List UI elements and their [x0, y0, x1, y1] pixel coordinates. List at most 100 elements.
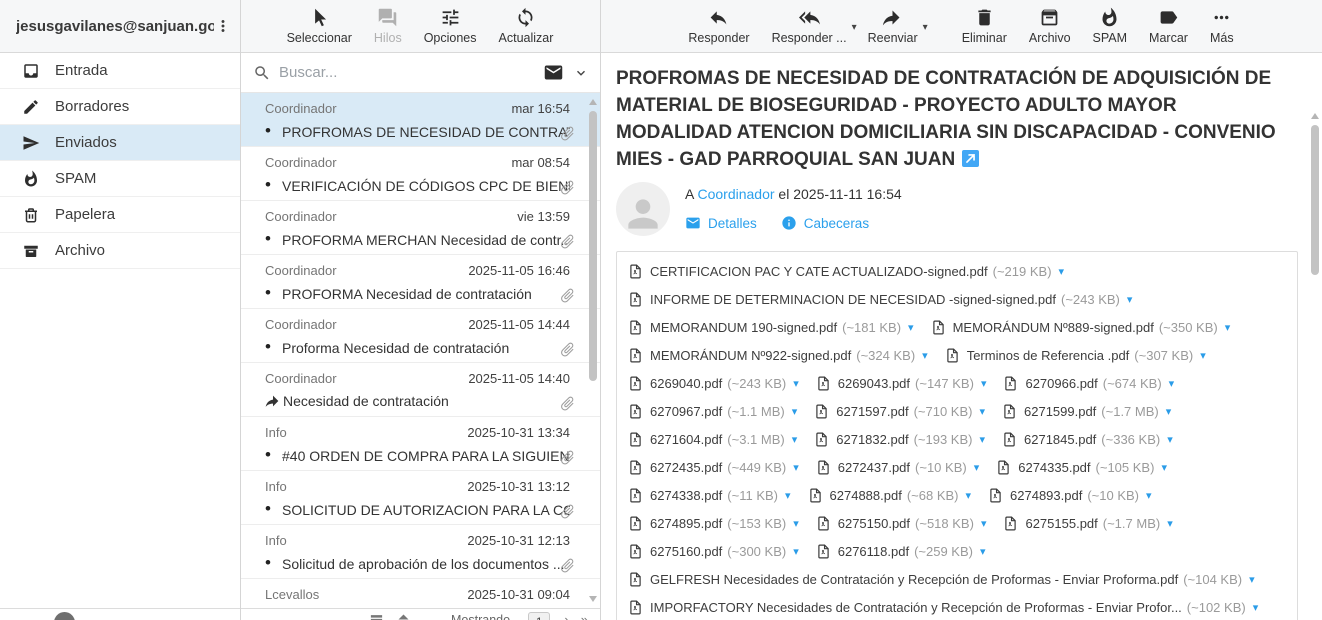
attachment-chip[interactable]: 6274888.pdf (~68 KB) [807, 481, 972, 509]
attachment-chip[interactable]: 6271597.pdf (~710 KB) [813, 397, 985, 425]
attachment-chip[interactable]: 6274335.pdf (~105 KB) [995, 453, 1167, 481]
attachment-chip[interactable]: MEMORÁNDUM Nº889-signed.pdf (~350 KB) [930, 313, 1231, 341]
envelope-icon[interactable] [543, 62, 564, 83]
attachment-menu-caret[interactable] [1225, 321, 1231, 334]
attachment-menu-caret[interactable] [793, 461, 799, 474]
attachment-chip[interactable]: Terminos de Referencia .pdf (~307 KB) [944, 341, 1206, 369]
attachment-chip[interactable]: 6271604.pdf (~3.1 MB) [627, 425, 797, 453]
message-list-item[interactable]: Info 2025-10-31 13:34 #40 ORDEN DE COMPR… [241, 417, 600, 471]
attachment-menu-caret[interactable] [1161, 461, 1167, 474]
forward-button[interactable]: Reenviar [868, 0, 918, 45]
attachment-chip[interactable]: 6271599.pdf (~1.7 MB) [1001, 397, 1171, 425]
attachment-chip[interactable]: IMPORFACTORY Necesidades de Contratación… [627, 593, 1258, 620]
attachment-menu-caret[interactable] [1167, 517, 1173, 530]
attachment-chip[interactable]: 6272437.pdf (~10 KB) [815, 453, 980, 481]
sidebar-item-enviados[interactable]: Enviados [0, 125, 240, 161]
attachment-menu-caret[interactable] [1167, 433, 1173, 446]
attachment-chip[interactable]: CERTIFICACION PAC Y CATE ACTUALIZADO-sig… [627, 257, 1064, 285]
last-page-icon[interactable]: » [581, 612, 588, 620]
attachment-menu-caret[interactable] [1166, 405, 1172, 418]
message-list-item[interactable]: Coordinador mar 08:54 VERIFICACIÓN DE CÓ… [241, 147, 600, 201]
open-in-new-icon[interactable] [962, 150, 979, 167]
scrollbar-thumb[interactable] [1311, 125, 1319, 275]
attachment-menu-caret[interactable] [979, 433, 985, 446]
attachment-chip[interactable]: MEMORÁNDUM Nº922-signed.pdf (~324 KB) [627, 341, 928, 369]
attachment-menu-caret[interactable] [922, 349, 928, 362]
spam-button[interactable]: SPAM [1093, 0, 1128, 45]
attachment-chip[interactable]: 6269040.pdf (~243 KB) [627, 369, 799, 397]
contacts-avatar[interactable] [54, 612, 75, 620]
attachment-menu-caret[interactable] [1253, 601, 1259, 614]
attachment-menu-caret[interactable] [981, 517, 987, 530]
attachment-chip[interactable]: 6274893.pdf (~10 KB) [987, 481, 1152, 509]
reply-button[interactable]: Responder [688, 0, 749, 45]
attachment-chip[interactable]: INFORME DE DETERMINACION DE NECESIDAD -s… [627, 285, 1132, 313]
attachment-chip[interactable]: 6271832.pdf (~193 KB) [813, 425, 985, 453]
attachment-chip[interactable]: 6271845.pdf (~336 KB) [1001, 425, 1173, 453]
attachment-menu-caret[interactable] [792, 405, 798, 418]
attachment-chip[interactable]: 6270967.pdf (~1.1 MB) [627, 397, 797, 425]
chevron-down-icon[interactable] [574, 66, 588, 80]
attachment-menu-caret[interactable] [974, 461, 980, 474]
attachment-chip[interactable]: 6275150.pdf (~518 KB) [815, 509, 987, 537]
more-button[interactable]: Más [1210, 0, 1234, 45]
options-button[interactable]: Opciones [424, 0, 477, 45]
attachment-menu-caret[interactable] [1127, 293, 1133, 306]
attachment-menu-caret[interactable] [981, 377, 987, 390]
attachment-menu-caret[interactable] [908, 321, 914, 334]
attachment-menu-caret[interactable] [966, 489, 972, 502]
attachment-chip[interactable]: 6274895.pdf (~153 KB) [627, 509, 799, 537]
attachment-menu-caret[interactable] [1200, 349, 1206, 362]
attachment-menu-caret[interactable] [793, 377, 799, 390]
attachment-menu-caret[interactable] [793, 545, 799, 558]
reply-all-dropdown-caret[interactable] [852, 0, 857, 33]
attachment-menu-caret[interactable] [1059, 265, 1065, 278]
search-input[interactable] [279, 64, 537, 81]
message-list-item[interactable]: Coordinador 2025-11-05 16:46 PROFORMA Ne… [241, 255, 600, 309]
select-all-icon[interactable] [369, 612, 384, 620]
account-menu-icon[interactable] [214, 15, 232, 37]
sidebar-item-spam[interactable]: SPAM [0, 161, 240, 197]
page-number-box[interactable]: 1 [528, 612, 550, 620]
sidebar-item-entrada[interactable]: Entrada [0, 53, 240, 89]
scroll-up-arrow[interactable] [1311, 113, 1319, 119]
attachment-chip[interactable]: 6275155.pdf (~1.7 MB) [1002, 509, 1172, 537]
message-list-item[interactable]: Info 2025-10-31 12:13 Solicitud de aprob… [241, 525, 600, 579]
sidebar-item-papelera[interactable]: Papelera [0, 197, 240, 233]
attachment-menu-caret[interactable] [792, 433, 798, 446]
attachment-chip[interactable]: MEMORANDUM 190-signed.pdf (~181 KB) [627, 313, 914, 341]
headers-toggle[interactable]: Cabeceras [781, 215, 869, 231]
message-list-item[interactable]: Coordinador 2025-11-05 14:40 Necesidad d… [241, 363, 600, 417]
message-list-item[interactable]: Coordinador vie 13:59 PROFORMA MERCHAN N… [241, 201, 600, 255]
sidebar-item-borradores[interactable]: Borradores [0, 89, 240, 125]
refresh-button[interactable]: Actualizar [499, 0, 554, 45]
delete-button[interactable]: Eliminar [962, 0, 1007, 45]
attachment-chip[interactable]: 6270966.pdf (~674 KB) [1002, 369, 1174, 397]
attachment-menu-caret[interactable] [793, 517, 799, 530]
scroll-down-arrow[interactable] [589, 596, 597, 602]
attachment-menu-caret[interactable] [785, 489, 791, 502]
scrollbar-thumb[interactable] [589, 111, 597, 381]
reading-pane-scrollbar[interactable] [1310, 111, 1320, 616]
scroll-up-arrow[interactable] [589, 99, 597, 105]
attachment-menu-caret[interactable] [980, 545, 986, 558]
attachment-menu-caret[interactable] [1249, 573, 1255, 586]
message-list-item[interactable]: Info 2025-10-31 13:12 SOLICITUD DE AUTOR… [241, 471, 600, 525]
mark-button[interactable]: Marcar [1149, 0, 1188, 45]
attachment-menu-caret[interactable] [979, 405, 985, 418]
message-list-item[interactable]: Coordinador 2025-11-05 14:44 Proforma Ne… [241, 309, 600, 363]
forward-dropdown-caret[interactable] [923, 0, 928, 33]
attachment-chip[interactable]: 6269043.pdf (~147 KB) [815, 369, 987, 397]
reply-all-button[interactable]: Responder ... [772, 0, 847, 45]
attachment-menu-caret[interactable] [1169, 377, 1175, 390]
next-page-icon[interactable]: › [564, 612, 568, 620]
message-list-item[interactable]: Lcevallos 2025-10-31 09:04 [241, 579, 600, 608]
select-button[interactable]: Seleccionar [287, 0, 352, 45]
attachment-chip[interactable]: GELFRESH Necesidades de Contratación y R… [627, 565, 1255, 593]
attachment-chip[interactable]: 6272435.pdf (~449 KB) [627, 453, 799, 481]
attachment-menu-caret[interactable] [1146, 489, 1152, 502]
sidebar-item-archivo[interactable]: Archivo [0, 233, 240, 269]
details-toggle[interactable]: Detalles [685, 215, 757, 231]
attachment-chip[interactable]: 6276118.pdf (~259 KB) [815, 537, 986, 565]
archive-button[interactable]: Archivo [1029, 0, 1071, 45]
